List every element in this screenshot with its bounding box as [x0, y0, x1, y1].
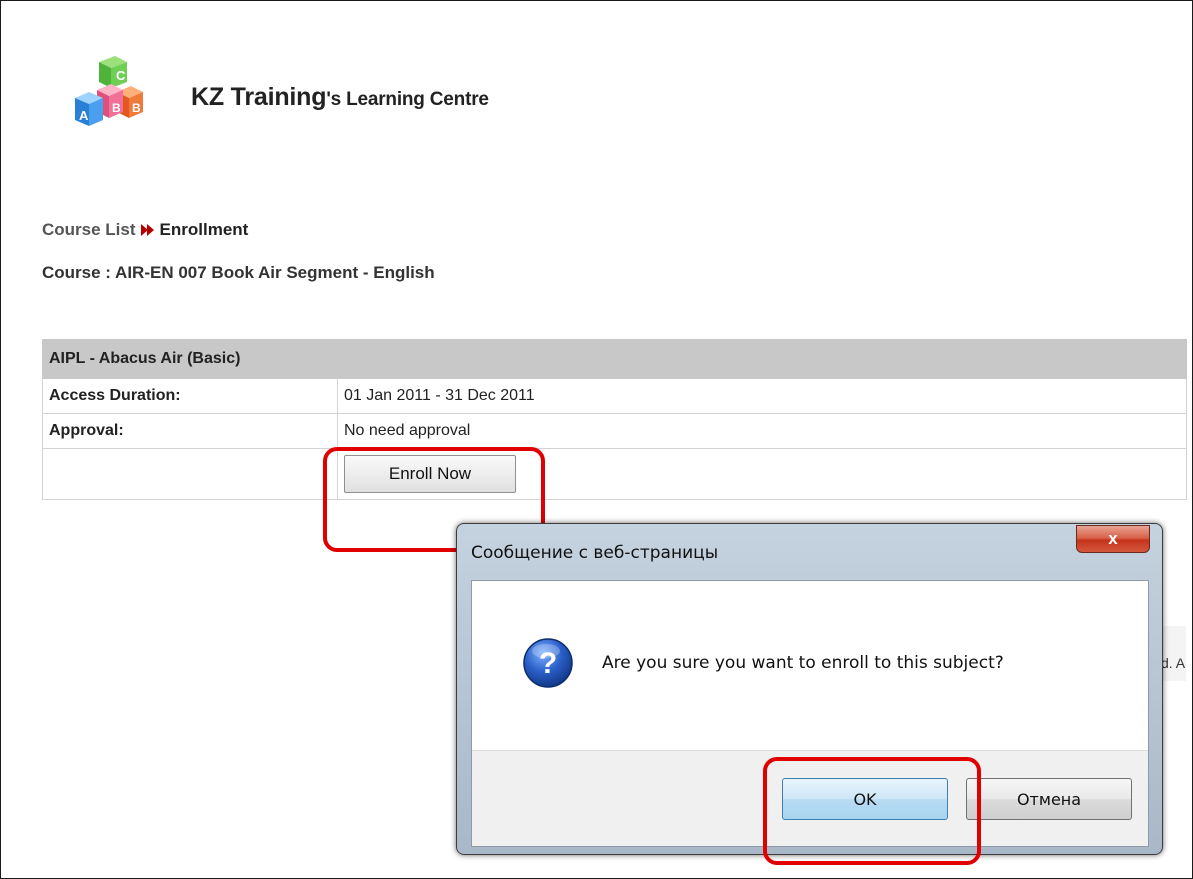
- cancel-button[interactable]: Отмена: [966, 778, 1132, 820]
- table-row: Approval: No need approval: [42, 413, 1187, 449]
- breadcrumb: Course List Enrollment: [42, 220, 248, 240]
- svg-text:B: B: [112, 101, 121, 115]
- dialog-title: Сообщение с веб-страницы: [471, 543, 719, 563]
- table-row: Access Duration: 01 Jan 2011 - 31 Dec 20…: [42, 378, 1187, 414]
- course-title: Course : AIR-EN 007 Book Air Segment - E…: [42, 263, 435, 282]
- svg-text:?: ?: [539, 647, 557, 680]
- background-truncated-text: d. A: [1161, 655, 1186, 671]
- site-title-suffix: 's Learning Centre: [326, 89, 489, 110]
- svg-text:C: C: [116, 68, 126, 83]
- site-title: KZ Training's Learning Centre: [191, 83, 489, 112]
- approval-value: No need approval: [337, 413, 1187, 449]
- enrollment-table: AIPL - Abacus Air (Basic) Access Duratio…: [42, 339, 1187, 500]
- svg-text:A: A: [79, 108, 89, 123]
- question-icon: ?: [523, 638, 573, 688]
- table-header-row: AIPL - Abacus Air (Basic): [42, 339, 1187, 379]
- abc-blocks-logo: C B B A: [75, 56, 143, 126]
- close-icon: x: [1108, 529, 1118, 548]
- table-header: AIPL - Abacus Air (Basic): [42, 339, 1187, 379]
- svg-text:B: B: [132, 101, 141, 115]
- access-duration-label: Access Duration:: [42, 378, 338, 414]
- table-row: Enroll Now: [42, 448, 1187, 500]
- dialog-message-row: ? Are you sure you want to enroll to thi…: [522, 637, 1004, 689]
- empty-cell: [42, 448, 338, 500]
- approval-label: Approval:: [42, 413, 338, 449]
- access-duration-value: 01 Jan 2011 - 31 Dec 2011: [337, 378, 1187, 414]
- breadcrumb-course-list-link[interactable]: Course List: [42, 220, 136, 240]
- breadcrumb-current: Enrollment: [159, 220, 249, 239]
- browser-page: C B B A KZ Training's Learning Centre Co…: [0, 0, 1193, 879]
- dialog-close-button[interactable]: x: [1076, 525, 1150, 553]
- dialog-message: Are you sure you want to enroll to this …: [602, 653, 1004, 673]
- annotation-highlight-ok: [763, 757, 981, 865]
- site-title-main: KZ Training: [191, 83, 327, 111]
- double-arrow-right-icon: [140, 223, 156, 237]
